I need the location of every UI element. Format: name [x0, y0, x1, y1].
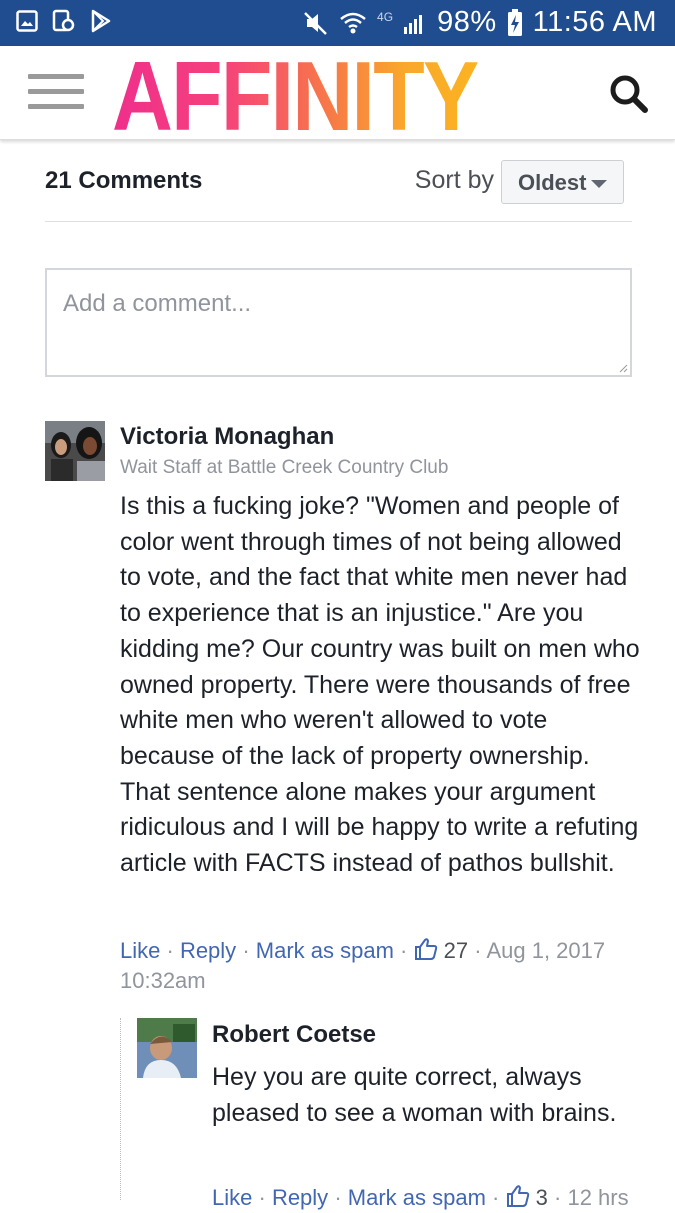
signal-icon [404, 14, 423, 34]
separator: · [258, 1185, 266, 1210]
reply-thread-line [120, 1018, 121, 1200]
reply-author[interactable]: Robert Coetse [212, 1021, 376, 1049]
separator: · [400, 938, 408, 963]
comments-header: 21 Comments Sort by Oldest [45, 160, 632, 222]
profile-photo [137, 1018, 197, 1078]
reply-body: Hey you are quite correct, always please… [212, 1063, 617, 1127]
like-count: 27 [443, 938, 469, 963]
comment-time[interactable]: 10:32am [120, 968, 206, 993]
network-type-label: 4G [377, 10, 394, 24]
status-bar: 4G 98% 11:56 AM [0, 0, 675, 46]
comment-author[interactable]: Victoria Monaghan [120, 423, 334, 451]
comment-count: 21 Comments [45, 167, 203, 194]
separator: · [492, 1185, 500, 1210]
comment-date[interactable]: Aug 1, 2017 [486, 938, 605, 963]
site-logo[interactable]: AFFINITY [112, 47, 479, 145]
mark-spam-link[interactable]: Mark as spam [348, 1185, 486, 1210]
screenshot-icon [52, 9, 75, 32]
separator: · [334, 1185, 342, 1210]
profile-photo [45, 421, 105, 481]
mark-spam-link[interactable]: Mark as spam [256, 938, 394, 963]
comment-actions: Like · Reply · Mark as spam · 27 · Aug 1… [120, 936, 640, 996]
reply-link[interactable]: Reply [272, 1185, 328, 1210]
comment-body: Is this a fucking joke? "Women and peopl… [120, 492, 640, 878]
sort-label: Sort by [414, 166, 494, 194]
separator: · [474, 938, 482, 963]
hamburger-icon[interactable] [28, 74, 84, 110]
thumbs-up-icon [414, 938, 437, 960]
clock: 11:56 AM [532, 6, 657, 38]
like-link[interactable]: Like [212, 1185, 252, 1210]
comment-input[interactable] [47, 270, 630, 375]
mute-icon [304, 11, 327, 35]
comment-author-subtitle: Wait Staff at Battle Creek Country Club [120, 457, 449, 478]
separator: · [166, 938, 174, 963]
avatar[interactable] [45, 421, 105, 481]
site-header: AFFINITY [0, 46, 675, 145]
sort-value: Oldest [518, 170, 587, 195]
reply-actions: Like · Reply · Mark as spam · 3 · 12 hrs [212, 1183, 652, 1213]
thumbs-up-icon [506, 1185, 529, 1207]
status-notification-icons [16, 9, 112, 33]
wifi-icon [340, 12, 366, 33]
like-link[interactable]: Like [120, 938, 160, 963]
comment-input-box [45, 268, 632, 377]
resize-grip-icon[interactable] [618, 363, 628, 373]
avatar[interactable] [137, 1018, 197, 1078]
battery-charging-icon [507, 8, 522, 36]
chevron-down-icon [591, 180, 607, 188]
search-icon[interactable] [609, 74, 649, 114]
reply-link[interactable]: Reply [180, 938, 236, 963]
reply-time[interactable]: 12 hrs [567, 1185, 628, 1210]
status-system-icons: 4G 98% 11:56 AM [303, 6, 657, 39]
separator: · [242, 938, 250, 963]
sort-dropdown[interactable]: Oldest [501, 160, 624, 204]
gallery-icon [16, 10, 38, 32]
separator: · [554, 1185, 562, 1210]
like-count: 3 [535, 1185, 548, 1210]
play-store-icon [91, 9, 111, 33]
battery-percent: 98% [437, 6, 497, 38]
